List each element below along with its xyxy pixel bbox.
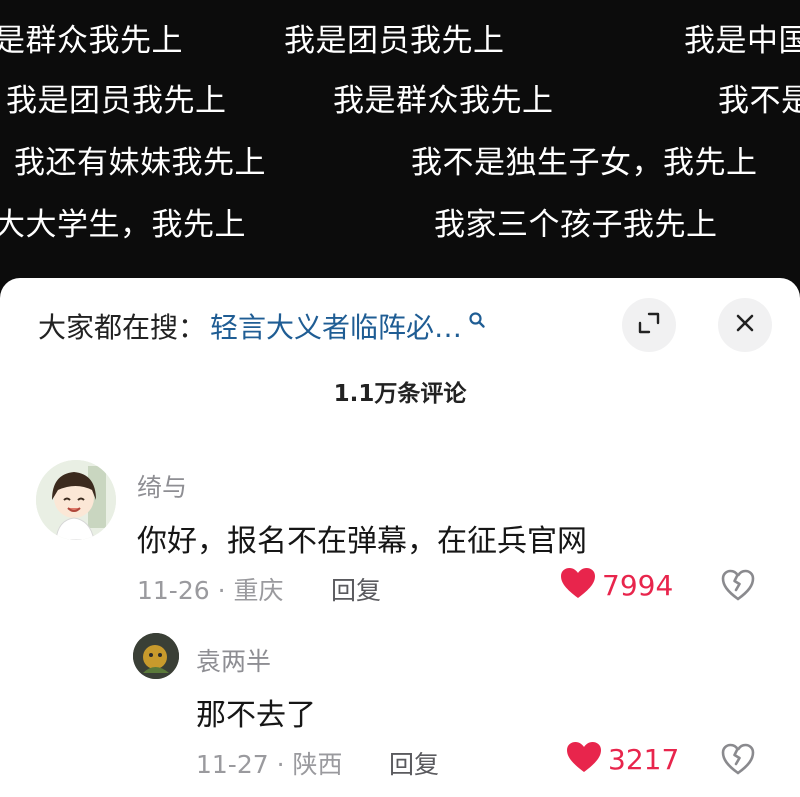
like-count: 3217	[608, 742, 680, 776]
broken-heart-icon	[721, 743, 755, 779]
close-button[interactable]	[718, 298, 772, 352]
broken-heart-icon	[721, 569, 755, 605]
comment-sheet: 大家都在搜： 轻言大义者临阵必… 1.1万条评论 绮与 你好，报名不在弹幕，在征…	[0, 278, 800, 797]
expand-button[interactable]	[622, 298, 676, 352]
danmaku-text: 我是团员我先上	[6, 83, 227, 119]
avatar[interactable]	[133, 633, 179, 679]
dislike-button[interactable]	[721, 569, 755, 605]
danmaku-text: 我还有妹妹我先上	[14, 145, 266, 181]
like-button[interactable]: 7994	[560, 567, 673, 603]
reply-button[interactable]: 回复	[389, 745, 439, 781]
expand-icon	[638, 312, 660, 338]
comment-meta: 11-26 · 重庆	[137, 576, 284, 605]
dislike-button[interactable]	[721, 743, 755, 779]
heart-icon	[566, 741, 602, 777]
danmaku-text: 我不是独生子女，我先上	[411, 145, 758, 181]
comment-text: 你好，报名不在弹幕，在征兵官网	[137, 524, 587, 559]
danmaku-text: 我是群众我先上	[333, 83, 554, 119]
danmaku-text: 是群众我先上	[0, 23, 183, 59]
danmaku-text: 我不是	[718, 83, 800, 119]
like-button[interactable]: 3217	[566, 741, 679, 777]
reply-button[interactable]: 回复	[331, 571, 381, 607]
comment-text: 那不去了	[196, 698, 316, 733]
danmaku-text: 我是团员我先上	[284, 23, 505, 59]
trending-search[interactable]: 大家都在搜： 轻言大义者临阵必…	[38, 306, 486, 346]
avatar[interactable]	[36, 460, 116, 540]
trending-search-label: 大家都在搜：	[38, 311, 207, 344]
trending-search-link[interactable]: 轻言大义者临阵必…	[210, 306, 462, 346]
heart-icon	[560, 567, 596, 603]
danmaku-text: 我是中国	[684, 23, 800, 59]
comment-username[interactable]: 绮与	[137, 468, 187, 504]
danmaku-text: 我家三个孩子我先上	[434, 207, 718, 243]
comment-count: 1.1万条评论	[333, 381, 467, 407]
close-icon	[735, 313, 755, 337]
video-danmaku-area[interactable]: 是群众我先上 我是团员我先上 我是中国 我是团员我先上 我是群众我先上 我不是 …	[0, 0, 800, 300]
search-icon[interactable]	[468, 311, 486, 333]
like-count: 7994	[602, 568, 674, 602]
comment-meta: 11-27 · 陕西	[196, 750, 343, 779]
danmaku-text: 大大学生，我先上	[0, 207, 246, 243]
comment-username[interactable]: 袁两半	[196, 642, 271, 678]
